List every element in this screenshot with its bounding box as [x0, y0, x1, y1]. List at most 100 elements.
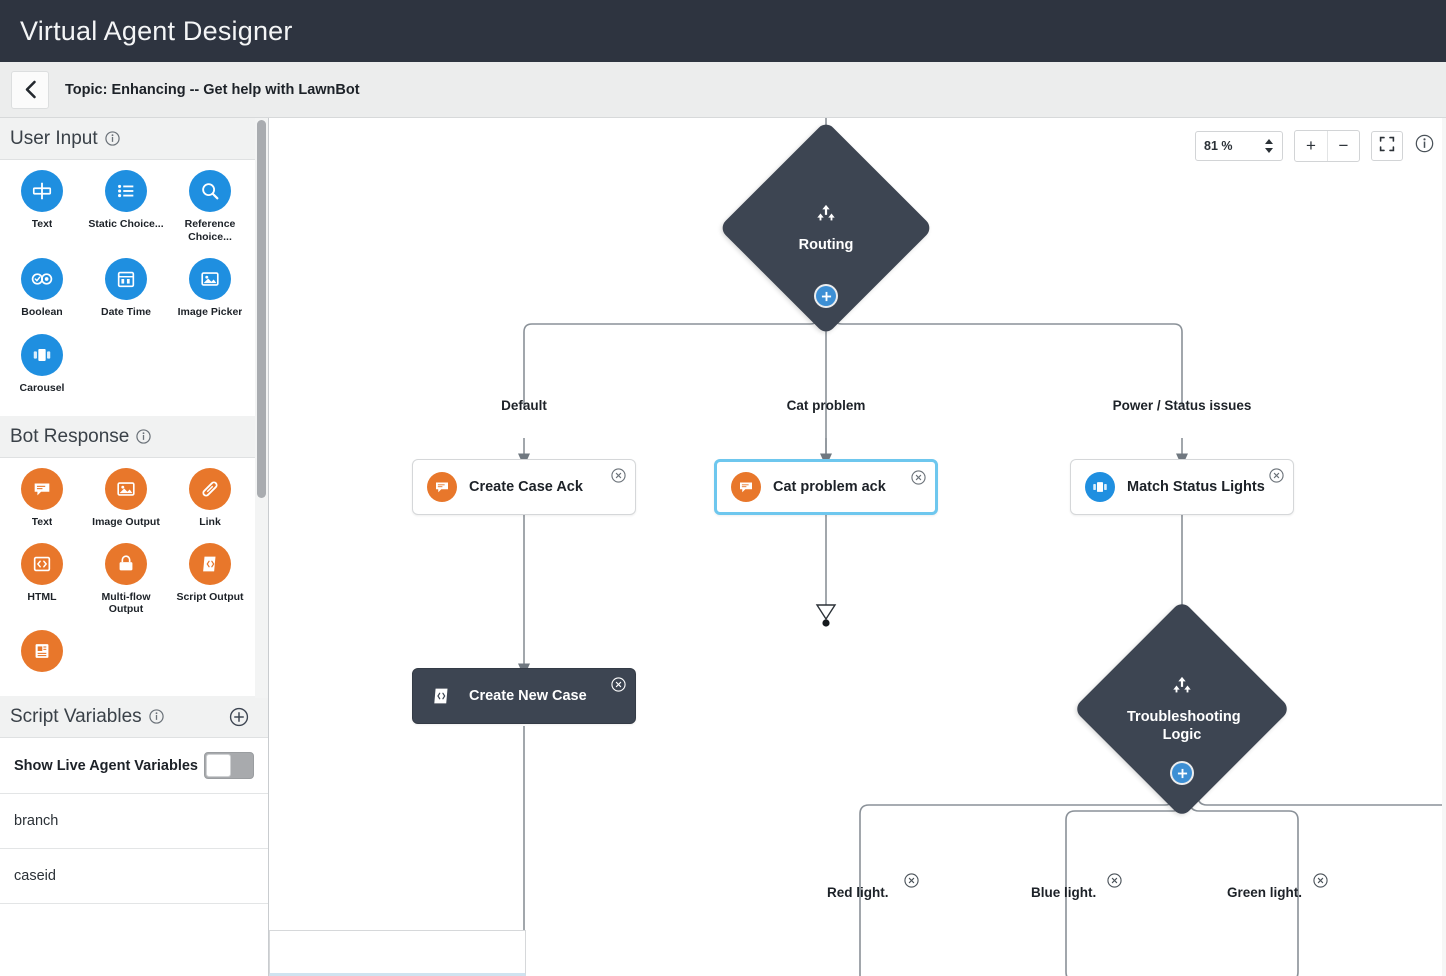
info-icon[interactable] — [149, 709, 164, 724]
plus-node-icon — [821, 291, 832, 302]
back-button[interactable] — [11, 71, 49, 109]
link-icon — [189, 468, 231, 510]
canvas-info-button[interactable] — [1415, 134, 1434, 158]
node-create-case-ack[interactable]: Create Case Ack — [412, 459, 636, 515]
palette-scrollbar-track[interactable] — [255, 118, 268, 698]
palette-item-multi-flow-output[interactable]: Multi-flow Output — [84, 543, 168, 616]
fit-to-screen-button[interactable] — [1371, 131, 1403, 161]
script-variable-name: branch — [14, 813, 58, 829]
close-circle-icon[interactable] — [611, 677, 626, 697]
palette-item-date-time[interactable]: Date Time — [84, 258, 168, 320]
carousel-icon — [21, 334, 63, 376]
info-icon[interactable] — [105, 131, 120, 146]
list-icon — [105, 170, 147, 212]
node-label: Cat problem ack — [773, 479, 886, 495]
palette-item-reference-choice[interactable]: Reference Choice... — [168, 170, 252, 244]
carousel-icon — [1085, 472, 1115, 502]
palette-item-card[interactable] — [0, 630, 84, 678]
multiflow-icon — [105, 543, 147, 585]
palette-item-image-output[interactable]: Image Output — [84, 468, 168, 529]
close-circle-icon[interactable] — [1269, 468, 1284, 488]
bot-text-icon — [427, 472, 457, 502]
zoom-in-button[interactable]: + — [1295, 131, 1327, 161]
palette-item-label: Text — [32, 516, 53, 529]
palette-item-image-picker[interactable]: Image Picker — [168, 258, 252, 320]
script-variable-name: caseid — [14, 868, 56, 884]
palette-item-label: Static Choice... — [88, 218, 163, 231]
html-icon — [21, 543, 63, 585]
show-live-agent-variables-toggle[interactable] — [204, 752, 254, 779]
diamond-content: Routing — [750, 152, 902, 304]
branch-label-red-light: Red light. — [827, 885, 889, 900]
close-circle-icon[interactable] — [611, 468, 626, 488]
fit-to-screen-icon — [1379, 136, 1395, 157]
branch-label-default: Default — [501, 398, 547, 413]
palette-item-script-output[interactable]: Script Output — [168, 543, 252, 616]
palette-grid-user-input: Text Static Choice... Reference Choice..… — [0, 160, 268, 416]
boolean-icon — [21, 258, 63, 300]
zoom-level-select[interactable]: 81 % — [1195, 131, 1283, 161]
breadcrumb-bar: Topic: Enhancing -- Get help with LawnBo… — [0, 62, 1446, 118]
search-icon — [189, 170, 231, 212]
canvas-minimap[interactable] — [269, 930, 526, 976]
speech-bubble-icon — [21, 468, 63, 510]
zoom-buttons: + − — [1294, 130, 1360, 162]
palette-item-boolean[interactable]: Boolean — [0, 258, 84, 320]
close-circle-icon[interactable] — [911, 470, 926, 490]
palette-item-carousel[interactable]: Carousel — [0, 334, 84, 396]
add-branch-button-routing[interactable] — [816, 286, 836, 306]
palette-panel: User Input Text Static Choice... — [0, 118, 269, 976]
palette-item-label: Link — [199, 516, 221, 529]
node-create-new-case[interactable]: Create New Case — [412, 668, 636, 724]
section-title-user-input: User Input — [10, 128, 98, 150]
branch-label-text: Blue light. — [1031, 885, 1096, 900]
node-cat-problem-ack[interactable]: Cat problem ack — [714, 459, 938, 515]
script-variable-row-caseid[interactable]: caseid — [0, 849, 268, 904]
app-titlebar: Virtual Agent Designer — [0, 0, 1446, 62]
palette-scrollbar-thumb[interactable] — [257, 120, 266, 498]
palette-item-text-input[interactable]: Text — [0, 170, 84, 244]
script-variable-row-branch[interactable]: branch — [0, 794, 268, 849]
palette-grid-bot-response: Text Image Output Link HTML — [0, 458, 268, 696]
close-circle-icon[interactable] — [1107, 873, 1122, 891]
zoom-toolbar: 81 % + − — [1195, 130, 1434, 162]
branch-label-blue-light: Blue light. — [1031, 885, 1096, 900]
palette-item-bot-text[interactable]: Text — [0, 468, 84, 529]
routing-icon — [1170, 675, 1194, 702]
chevron-left-icon — [23, 80, 38, 99]
zoom-level-value: 81 % — [1204, 139, 1233, 153]
section-title-bot-response: Bot Response — [10, 426, 129, 448]
image-icon — [189, 258, 231, 300]
plus-circle-icon[interactable] — [228, 706, 250, 728]
toggle-knob — [206, 754, 231, 777]
flow-canvas[interactable]: 81 % + − — [269, 118, 1446, 976]
palette-item-html[interactable]: HTML — [0, 543, 84, 616]
node-label: Match Status Lights — [1127, 479, 1265, 495]
zoom-out-button[interactable]: − — [1327, 131, 1359, 161]
section-header-bot-response: Bot Response — [0, 416, 268, 458]
script-output-icon — [427, 681, 457, 711]
section-header-script-variables: Script Variables — [0, 696, 268, 738]
add-branch-button-troubleshooting[interactable] — [1172, 763, 1192, 783]
info-icon[interactable] — [136, 429, 151, 444]
script-icon — [189, 543, 231, 585]
close-circle-icon[interactable] — [1313, 873, 1328, 891]
palette-item-link[interactable]: Link — [168, 468, 252, 529]
close-circle-icon[interactable] — [904, 873, 919, 891]
branch-label-cat-problem: Cat problem — [787, 398, 866, 413]
palette-item-static-choice[interactable]: Static Choice... — [84, 170, 168, 244]
palette-item-label: HTML — [27, 591, 56, 604]
node-routing[interactable]: Routing — [750, 152, 902, 304]
canvas-scrollbar[interactable] — [1442, 118, 1446, 976]
spinner-updown-icon[interactable] — [1264, 138, 1274, 154]
bot-text-icon — [731, 472, 761, 502]
show-live-agent-variables-label: Show Live Agent Variables — [14, 758, 198, 774]
node-label: Create New Case — [469, 688, 587, 704]
text-input-icon — [21, 170, 63, 212]
node-match-status-lights[interactable]: Match Status Lights — [1070, 459, 1294, 515]
palette-item-label: Text — [32, 218, 53, 231]
section-header-user-input: User Input — [0, 118, 268, 160]
breadcrumb: Topic: Enhancing -- Get help with LawnBo… — [65, 82, 360, 98]
palette-item-label: Reference Choice... — [170, 218, 250, 243]
palette-item-label: Image Output — [92, 516, 160, 529]
